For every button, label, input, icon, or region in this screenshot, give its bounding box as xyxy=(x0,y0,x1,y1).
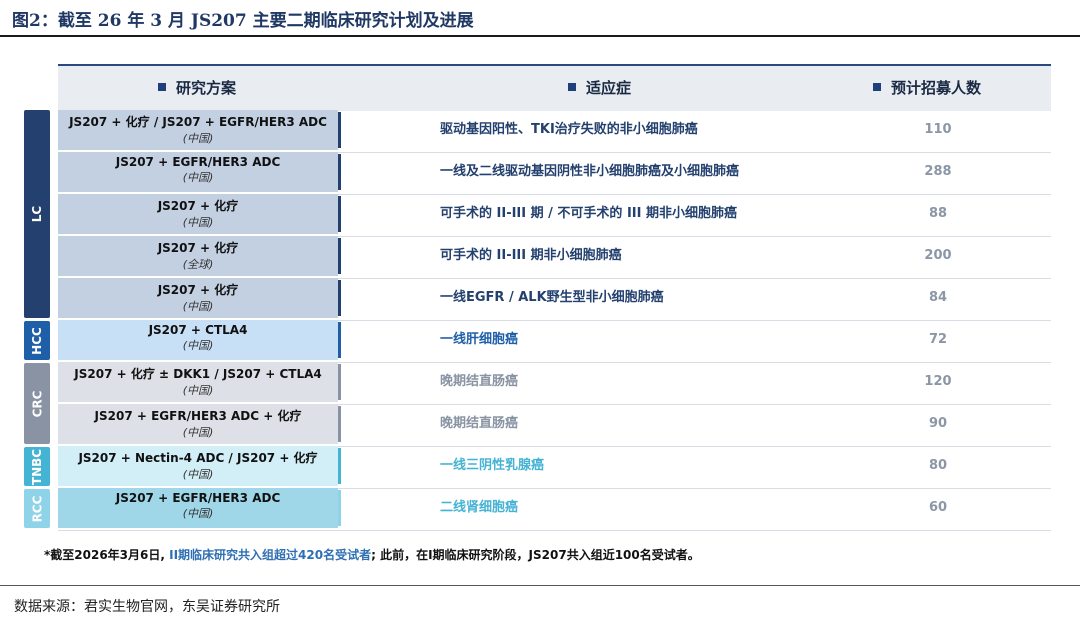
table-row: JS207 + 化疗 (中国) 可手术的 II-III 期 / 不可手术的 II… xyxy=(58,194,1051,237)
indication-text: 一线EGFR / ALK野生型非小细胞肺癌 xyxy=(440,290,664,305)
table-row: JS207 + 化疗 ± DKK1 / JS207 + CTLA4 (中国) 晚… xyxy=(58,362,1051,405)
indication-text: 可手术的 II-III 期非小细胞肺癌 xyxy=(440,248,622,263)
accent-bar xyxy=(338,154,341,190)
region-text: (中国) xyxy=(182,171,214,184)
scheme-cell: JS207 + EGFR/HER3 ADC + 化疗 (中国) xyxy=(58,404,341,444)
header-enrollment: 预计招募人数 xyxy=(873,66,981,111)
accent-bar xyxy=(338,280,341,316)
indication-text: 晚期结直肠癌 xyxy=(440,416,519,431)
scheme-text: JS207 + Nectin-4 ADC / JS207 + 化疗 xyxy=(78,451,318,465)
indication-text: 可手术的 II-III 期 / 不可手术的 III 期非小细胞肺癌 xyxy=(440,206,737,221)
accent-bar xyxy=(338,448,341,484)
scheme-text: JS207 + 化疗 xyxy=(157,283,239,297)
table-row: JS207 + EGFR/HER3 ADC (中国) 一线及二线驱动基因阴性非小… xyxy=(58,152,1051,195)
table-header: 研究方案 适应症 预计招募人数 xyxy=(58,64,1051,111)
header-scheme-label: 研究方案 xyxy=(176,79,237,97)
enrollment-value: 120 xyxy=(924,374,952,389)
scheme-cell: JS207 + CTLA4 (中国) xyxy=(58,320,341,360)
scheme-cell: JS207 + 化疗 ± DKK1 / JS207 + CTLA4 (中国) xyxy=(58,362,341,402)
enrollment-value: 80 xyxy=(928,458,948,473)
enrollment-value: 88 xyxy=(928,206,948,221)
table-row: JS207 + EGFR/HER3 ADC + 化疗 (中国) 晚期结直肠癌 9… xyxy=(58,404,1051,447)
scheme-text: JS207 + 化疗 xyxy=(157,199,239,213)
group-label-crc: CRC xyxy=(24,363,50,444)
table-row: JS207 + EGFR/HER3 ADC (中国) 二线肾细胞癌 60 xyxy=(58,488,1051,531)
table-row: JS207 + 化疗 / JS207 + EGFR/HER3 ADC (中国) … xyxy=(58,110,1051,153)
region-text: (中国) xyxy=(182,300,214,313)
accent-bar xyxy=(338,196,341,232)
table-row: JS207 + 化疗 (全球) 可手术的 II-III 期非小细胞肺癌 200 xyxy=(58,236,1051,279)
enrollment-value: 90 xyxy=(928,416,948,431)
footnote-part2: ; 此前，在I期临床研究阶段，JS207共入组近100名受试者。 xyxy=(371,548,700,562)
bullet-square-icon xyxy=(873,82,881,91)
indication-text: 二线肾细胞癌 xyxy=(440,500,519,515)
scheme-text: JS207 + 化疗 xyxy=(157,241,239,255)
accent-bar xyxy=(338,322,341,358)
bullet-square-icon xyxy=(158,82,166,91)
indication-text: 驱动基因阳性、TKI治疗失败的非小细胞肺癌 xyxy=(440,122,698,137)
scheme-text: JS207 + 化疗 ± DKK1 / JS207 + CTLA4 xyxy=(74,367,322,381)
accent-bar xyxy=(338,364,341,400)
scheme-cell: JS207 + Nectin-4 ADC / JS207 + 化疗 (中国) xyxy=(58,446,341,486)
scheme-text: JS207 + EGFR/HER3 ADC xyxy=(115,491,281,505)
scheme-text: JS207 + EGFR/HER3 ADC xyxy=(115,155,281,169)
header-scheme: 研究方案 xyxy=(158,66,236,111)
header-enrollment-label: 预计招募人数 xyxy=(891,79,982,97)
scheme-text: JS207 + CTLA4 xyxy=(148,323,248,337)
region-text: (中国) xyxy=(182,339,214,352)
scheme-cell: JS207 + EGFR/HER3 ADC (中国) xyxy=(58,152,341,192)
accent-bar xyxy=(338,406,341,442)
top-rule xyxy=(0,35,1080,37)
table-row: JS207 + CTLA4 (中国) 一线肝细胞癌 72 xyxy=(58,320,1051,363)
indication-text: 一线肝细胞癌 xyxy=(440,332,519,347)
scheme-text: JS207 + 化疗 / JS207 + EGFR/HER3 ADC xyxy=(69,115,327,129)
enrollment-value: 60 xyxy=(928,500,948,515)
enrollment-value: 200 xyxy=(924,248,952,263)
header-indication: 适应症 xyxy=(568,66,631,111)
region-text: (中国) xyxy=(182,132,214,145)
accent-bar xyxy=(338,112,341,148)
scheme-cell: JS207 + 化疗 (全球) xyxy=(58,236,341,276)
scheme-cell: JS207 + 化疗 (中国) xyxy=(58,278,341,318)
figure-title: 图2：截至 26 年 3 月 JS207 主要二期临床研究计划及进展 xyxy=(12,11,474,31)
scheme-cell: JS207 + 化疗 / JS207 + EGFR/HER3 ADC (中国) xyxy=(58,110,341,150)
accent-bar xyxy=(338,490,341,526)
source-note: 数据来源：君实生物官网，东吴证券研究所 xyxy=(14,599,280,615)
region-text: (中国) xyxy=(182,507,214,520)
accent-bar xyxy=(338,238,341,274)
indication-text: 晚期结直肠癌 xyxy=(440,374,519,389)
enrollment-value: 72 xyxy=(928,332,948,347)
footnote: *截至2026年3月6日, II期临床研究共入组超过420名受试者; 此前，在I… xyxy=(44,546,700,563)
group-label-tnbc: TNBC xyxy=(24,447,50,486)
group-label-rcc: RCC xyxy=(24,489,50,528)
region-text: (中国) xyxy=(182,468,214,481)
table-row: JS207 + 化疗 (中国) 一线EGFR / ALK野生型非小细胞肺癌 84 xyxy=(58,278,1051,321)
group-label-hcc: HCC xyxy=(24,321,50,360)
region-text: (中国) xyxy=(182,384,214,397)
enrollment-value: 110 xyxy=(924,122,952,137)
bottom-rule xyxy=(0,585,1080,586)
region-text: (全球) xyxy=(182,258,214,271)
region-text: (中国) xyxy=(182,426,214,439)
header-indication-label: 适应症 xyxy=(586,79,632,97)
bullet-square-icon xyxy=(568,82,576,91)
footnote-highlight: II期临床研究共入组超过420名受试者 xyxy=(169,548,372,562)
scheme-text: JS207 + EGFR/HER3 ADC + 化疗 xyxy=(94,409,302,423)
enrollment-value: 288 xyxy=(924,164,952,179)
region-text: (中国) xyxy=(182,216,214,229)
indication-text: 一线三阴性乳腺癌 xyxy=(440,458,545,473)
footnote-part1: *截至2026年3月6日, xyxy=(44,548,170,562)
table-row: JS207 + Nectin-4 ADC / JS207 + 化疗 (中国) 一… xyxy=(58,446,1051,489)
enrollment-value: 84 xyxy=(928,290,948,305)
indication-text: 一线及二线驱动基因阴性非小细胞肺癌及小细胞肺癌 xyxy=(440,164,740,179)
group-label-lc: LC xyxy=(24,110,50,318)
scheme-cell: JS207 + EGFR/HER3 ADC (中国) xyxy=(58,488,341,528)
scheme-cell: JS207 + 化疗 (中国) xyxy=(58,194,341,234)
